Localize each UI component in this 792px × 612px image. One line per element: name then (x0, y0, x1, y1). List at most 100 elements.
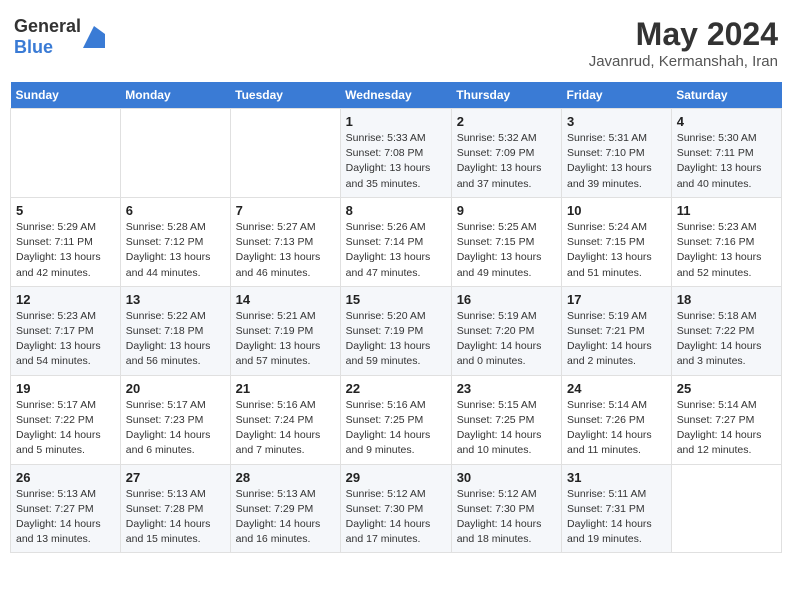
day-info: Sunrise: 5:31 AMSunset: 7:10 PMDaylight:… (567, 131, 666, 192)
calendar-cell: 4 Sunrise: 5:30 AMSunset: 7:11 PMDaylight… (671, 109, 781, 198)
day-info: Sunrise: 5:13 AMSunset: 7:27 PMDaylight:… (16, 487, 115, 548)
day-info: Sunrise: 5:20 AMSunset: 7:19 PMDaylight:… (346, 309, 446, 370)
day-info: Sunrise: 5:28 AMSunset: 7:12 PMDaylight:… (126, 220, 225, 281)
calendar-cell: 31 Sunrise: 5:11 AMSunset: 7:31 PMDayligh… (562, 464, 672, 553)
day-info: Sunrise: 5:22 AMSunset: 7:18 PMDaylight:… (126, 309, 225, 370)
day-number: 17 (567, 292, 666, 307)
calendar-cell: 11 Sunrise: 5:23 AMSunset: 7:16 PMDayligh… (671, 197, 781, 286)
day-number: 26 (16, 470, 115, 485)
day-number: 31 (567, 470, 666, 485)
calendar-cell: 13 Sunrise: 5:22 AMSunset: 7:18 PMDayligh… (120, 286, 230, 375)
day-number: 30 (457, 470, 556, 485)
day-number: 5 (16, 203, 115, 218)
day-number: 23 (457, 381, 556, 396)
day-info: Sunrise: 5:32 AMSunset: 7:09 PMDaylight:… (457, 131, 556, 192)
day-number: 19 (16, 381, 115, 396)
day-info: Sunrise: 5:16 AMSunset: 7:25 PMDaylight:… (346, 398, 446, 459)
day-info: Sunrise: 5:13 AMSunset: 7:28 PMDaylight:… (126, 487, 225, 548)
calendar-cell: 6 Sunrise: 5:28 AMSunset: 7:12 PMDaylight… (120, 197, 230, 286)
day-info: Sunrise: 5:12 AMSunset: 7:30 PMDaylight:… (457, 487, 556, 548)
day-info: Sunrise: 5:24 AMSunset: 7:15 PMDaylight:… (567, 220, 666, 281)
logo-text: General Blue (14, 16, 81, 58)
day-info: Sunrise: 5:23 AMSunset: 7:17 PMDaylight:… (16, 309, 115, 370)
day-number: 9 (457, 203, 556, 218)
column-header-thursday: Thursday (451, 82, 561, 109)
calendar-cell: 29 Sunrise: 5:12 AMSunset: 7:30 PMDayligh… (340, 464, 451, 553)
day-number: 18 (677, 292, 776, 307)
calendar-cell: 1 Sunrise: 5:33 AMSunset: 7:08 PMDaylight… (340, 109, 451, 198)
day-number: 28 (236, 470, 335, 485)
logo: General Blue (14, 16, 105, 58)
logo-blue: Blue (14, 37, 53, 57)
calendar-cell: 24 Sunrise: 5:14 AMSunset: 7:26 PMDayligh… (562, 375, 672, 464)
day-number: 29 (346, 470, 446, 485)
day-number: 27 (126, 470, 225, 485)
calendar-cell: 16Sunrise: 5:19 AMSunset: 7:20 PMDayligh… (451, 286, 561, 375)
calendar-week-row: 1 Sunrise: 5:33 AMSunset: 7:08 PMDaylight… (11, 109, 782, 198)
page-header: General Blue May 2024 Javanrud, Kermansh… (10, 10, 782, 76)
calendar-cell: 3 Sunrise: 5:31 AMSunset: 7:10 PMDaylight… (562, 109, 672, 198)
day-number: 6 (126, 203, 225, 218)
day-number: 4 (677, 114, 776, 129)
column-header-monday: Monday (120, 82, 230, 109)
calendar-cell: 17 Sunrise: 5:19 AMSunset: 7:21 PMDayligh… (562, 286, 672, 375)
day-number: 2 (457, 114, 556, 129)
day-info: Sunrise: 5:16 AMSunset: 7:24 PMDaylight:… (236, 398, 335, 459)
calendar-cell: 19 Sunrise: 5:17 AMSunset: 7:22 PMDayligh… (11, 375, 121, 464)
day-info: Sunrise: 5:33 AMSunset: 7:08 PMDaylight:… (346, 131, 446, 192)
calendar-cell: 26 Sunrise: 5:13 AMSunset: 7:27 PMDayligh… (11, 464, 121, 553)
column-header-sunday: Sunday (11, 82, 121, 109)
calendar-cell: 9 Sunrise: 5:25 AMSunset: 7:15 PMDaylight… (451, 197, 561, 286)
calendar-header-row: SundayMondayTuesdayWednesdayThursdayFrid… (11, 82, 782, 109)
day-info: Sunrise: 5:18 AMSunset: 7:22 PMDaylight:… (677, 309, 776, 370)
day-number: 16 (457, 292, 556, 307)
day-number: 7 (236, 203, 335, 218)
day-number: 20 (126, 381, 225, 396)
column-header-tuesday: Tuesday (230, 82, 340, 109)
day-info: Sunrise: 5:26 AMSunset: 7:14 PMDaylight:… (346, 220, 446, 281)
calendar-cell: 20 Sunrise: 5:17 AMSunset: 7:23 PMDayligh… (120, 375, 230, 464)
calendar-cell (230, 109, 340, 198)
day-info: Sunrise: 5:21 AMSunset: 7:19 PMDaylight:… (236, 309, 335, 370)
logo-icon (83, 26, 105, 48)
calendar-cell: 25 Sunrise: 5:14 AMSunset: 7:27 PMDayligh… (671, 375, 781, 464)
day-number: 1 (346, 114, 446, 129)
day-number: 3 (567, 114, 666, 129)
day-number: 14 (236, 292, 335, 307)
day-info: Sunrise: 5:29 AMSunset: 7:11 PMDaylight:… (16, 220, 115, 281)
day-info: Sunrise: 5:14 AMSunset: 7:27 PMDaylight:… (677, 398, 776, 459)
calendar-cell: 12Sunrise: 5:23 AMSunset: 7:17 PMDayligh… (11, 286, 121, 375)
day-info: Sunrise: 5:17 AMSunset: 7:23 PMDaylight:… (126, 398, 225, 459)
calendar-cell: 15 Sunrise: 5:20 AMSunset: 7:19 PMDayligh… (340, 286, 451, 375)
day-number: 15 (346, 292, 446, 307)
column-header-friday: Friday (562, 82, 672, 109)
calendar-cell: 18 Sunrise: 5:18 AMSunset: 7:22 PMDayligh… (671, 286, 781, 375)
day-number: 24 (567, 381, 666, 396)
location-subtitle: Javanrud, Kermanshah, Iran (589, 53, 778, 70)
day-number: 13 (126, 292, 225, 307)
day-info: Sunrise: 5:25 AMSunset: 7:15 PMDaylight:… (457, 220, 556, 281)
calendar-week-row: 19 Sunrise: 5:17 AMSunset: 7:22 PMDayligh… (11, 375, 782, 464)
day-info: Sunrise: 5:30 AMSunset: 7:11 PMDaylight:… (677, 131, 776, 192)
day-info: Sunrise: 5:12 AMSunset: 7:30 PMDaylight:… (346, 487, 446, 548)
calendar-cell: 28 Sunrise: 5:13 AMSunset: 7:29 PMDayligh… (230, 464, 340, 553)
day-info: Sunrise: 5:11 AMSunset: 7:31 PMDaylight:… (567, 487, 666, 548)
month-year-title: May 2024 (589, 16, 778, 53)
day-info: Sunrise: 5:19 AMSunset: 7:21 PMDaylight:… (567, 309, 666, 370)
calendar-cell: 8Sunrise: 5:26 AMSunset: 7:14 PMDaylight… (340, 197, 451, 286)
day-info: Sunrise: 5:17 AMSunset: 7:22 PMDaylight:… (16, 398, 115, 459)
day-info: Sunrise: 5:23 AMSunset: 7:16 PMDaylight:… (677, 220, 776, 281)
day-number: 11 (677, 203, 776, 218)
calendar-week-row: 5 Sunrise: 5:29 AMSunset: 7:11 PMDaylight… (11, 197, 782, 286)
calendar-cell: 2 Sunrise: 5:32 AMSunset: 7:09 PMDaylight… (451, 109, 561, 198)
calendar-cell (11, 109, 121, 198)
day-info: Sunrise: 5:14 AMSunset: 7:26 PMDaylight:… (567, 398, 666, 459)
day-number: 22 (346, 381, 446, 396)
column-header-saturday: Saturday (671, 82, 781, 109)
day-number: 25 (677, 381, 776, 396)
day-info: Sunrise: 5:13 AMSunset: 7:29 PMDaylight:… (236, 487, 335, 548)
day-number: 10 (567, 203, 666, 218)
calendar-cell: 5 Sunrise: 5:29 AMSunset: 7:11 PMDaylight… (11, 197, 121, 286)
calendar-cell: 27 Sunrise: 5:13 AMSunset: 7:28 PMDayligh… (120, 464, 230, 553)
logo-general: General (14, 16, 81, 36)
